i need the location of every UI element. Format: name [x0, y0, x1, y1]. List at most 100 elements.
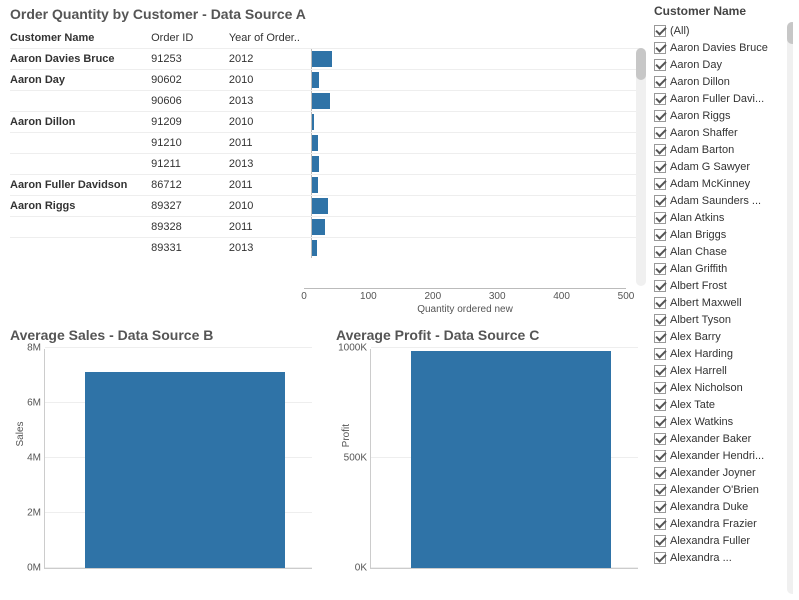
filter-item[interactable]: Alexander Baker: [654, 430, 793, 447]
y-gridline: [45, 347, 312, 348]
filter-item[interactable]: Albert Frost: [654, 277, 793, 294]
checkbox-icon[interactable]: [654, 59, 666, 71]
filter-item[interactable]: Alex Harrell: [654, 362, 793, 379]
checkbox-icon[interactable]: [654, 127, 666, 139]
table-row[interactable]: 912102011: [10, 133, 640, 154]
checkbox-icon[interactable]: [654, 365, 666, 377]
filter-item[interactable]: Aaron Day: [654, 56, 793, 73]
filter-item[interactable]: Alex Watkins: [654, 413, 793, 430]
filter-item[interactable]: Aaron Shaffer: [654, 124, 793, 141]
filter-item[interactable]: (All): [654, 22, 793, 39]
qty-bar[interactable]: [312, 177, 318, 193]
average-profit-plot[interactable]: Profit 0K500K1000K: [370, 349, 638, 569]
table-row[interactable]: 906062013: [10, 91, 640, 112]
qty-bar[interactable]: [312, 93, 330, 109]
table-row[interactable]: 893312013: [10, 238, 640, 259]
table-row[interactable]: Aaron Fuller Davidson867122011: [10, 175, 640, 196]
checkbox-icon[interactable]: [654, 467, 666, 479]
filter-item[interactable]: Aaron Davies Bruce: [654, 39, 793, 56]
checkbox-icon[interactable]: [654, 144, 666, 156]
checkbox-icon[interactable]: [654, 280, 666, 292]
checkbox-icon[interactable]: [654, 518, 666, 530]
checkbox-icon[interactable]: [654, 297, 666, 309]
checkbox-icon[interactable]: [654, 110, 666, 122]
table-row[interactable]: Aaron Dillon912092010: [10, 112, 640, 133]
filter-item[interactable]: Aaron Dillon: [654, 73, 793, 90]
filter-item[interactable]: Alex Tate: [654, 396, 793, 413]
filter-item[interactable]: Adam Saunders ...: [654, 192, 793, 209]
checkbox-icon[interactable]: [654, 195, 666, 207]
filter-item[interactable]: Aaron Fuller Davi...: [654, 90, 793, 107]
value-bar[interactable]: [411, 351, 611, 568]
filter-item[interactable]: Alex Nicholson: [654, 379, 793, 396]
checkbox-icon[interactable]: [654, 484, 666, 496]
checkbox-icon[interactable]: [654, 348, 666, 360]
value-bar[interactable]: [85, 372, 285, 568]
filter-item[interactable]: Alexander Hendri...: [654, 447, 793, 464]
table-row[interactable]: Aaron Davies Bruce912532012: [10, 49, 640, 70]
filter-item-label: Alexander O'Brien: [670, 484, 780, 496]
customer-name-filter-list: (All)Aaron Davies BruceAaron DayAaron Di…: [654, 22, 793, 594]
qty-bar[interactable]: [312, 114, 315, 130]
checkbox-icon[interactable]: [654, 25, 666, 37]
filter-item[interactable]: Alexandra Duke: [654, 498, 793, 515]
average-sales-plot[interactable]: Sales 0M2M4M6M8M: [44, 349, 312, 569]
order-quantity-scrollbar-thumb[interactable]: [636, 48, 646, 80]
qty-bar[interactable]: [312, 219, 325, 235]
checkbox-icon[interactable]: [654, 93, 666, 105]
filter-item[interactable]: Alan Griffith: [654, 260, 793, 277]
qty-bar[interactable]: [312, 156, 320, 172]
checkbox-icon[interactable]: [654, 314, 666, 326]
filter-item[interactable]: Alan Atkins: [654, 209, 793, 226]
filter-item[interactable]: Alexander O'Brien: [654, 481, 793, 498]
order-quantity-scrollbar[interactable]: [636, 48, 646, 286]
checkbox-icon[interactable]: [654, 433, 666, 445]
checkbox-icon[interactable]: [654, 212, 666, 224]
filter-item[interactable]: Albert Maxwell: [654, 294, 793, 311]
col-header-customer[interactable]: Customer Name: [10, 28, 151, 49]
table-row[interactable]: Aaron Riggs893272010: [10, 196, 640, 217]
customer-name-filter-scrollbar-thumb[interactable]: [787, 22, 793, 44]
filter-item[interactable]: Adam McKinney: [654, 175, 793, 192]
checkbox-icon[interactable]: [654, 246, 666, 258]
checkbox-icon[interactable]: [654, 161, 666, 173]
qty-bar[interactable]: [312, 135, 318, 151]
filter-item[interactable]: Alexandra ...: [654, 549, 793, 566]
checkbox-icon[interactable]: [654, 535, 666, 547]
col-header-order[interactable]: Order ID: [151, 28, 229, 49]
checkbox-icon[interactable]: [654, 382, 666, 394]
filter-item[interactable]: Alex Barry: [654, 328, 793, 345]
customer-name-filter-scrollbar[interactable]: [787, 22, 793, 594]
checkbox-icon[interactable]: [654, 42, 666, 54]
checkbox-icon[interactable]: [654, 501, 666, 513]
qty-bar[interactable]: [312, 240, 317, 256]
filter-item[interactable]: Adam Barton: [654, 141, 793, 158]
filter-item[interactable]: Alexandra Fuller: [654, 532, 793, 549]
filter-item[interactable]: Adam G Sawyer: [654, 158, 793, 175]
checkbox-icon[interactable]: [654, 552, 666, 564]
col-header-year[interactable]: Year of Order..: [229, 28, 311, 49]
table-row[interactable]: Aaron Day906022010: [10, 70, 640, 91]
filter-item[interactable]: Alan Briggs: [654, 226, 793, 243]
checkbox-icon[interactable]: [654, 450, 666, 462]
filter-item[interactable]: Albert Tyson: [654, 311, 793, 328]
checkbox-icon[interactable]: [654, 178, 666, 190]
filter-item[interactable]: Alexander Joyner: [654, 464, 793, 481]
filter-item[interactable]: Alan Chase: [654, 243, 793, 260]
table-row[interactable]: 893282011: [10, 217, 640, 238]
checkbox-icon[interactable]: [654, 399, 666, 411]
qty-bar[interactable]: [312, 51, 333, 67]
filter-item[interactable]: Aaron Riggs: [654, 107, 793, 124]
checkbox-icon[interactable]: [654, 331, 666, 343]
checkbox-icon[interactable]: [654, 229, 666, 241]
filter-item[interactable]: Alexandra Frazier: [654, 515, 793, 532]
qty-bar[interactable]: [312, 72, 320, 88]
filter-item[interactable]: Alex Harding: [654, 345, 793, 362]
checkbox-icon[interactable]: [654, 416, 666, 428]
checkbox-icon[interactable]: [654, 76, 666, 88]
qty-bar[interactable]: [312, 198, 329, 214]
table-row[interactable]: 912112013: [10, 154, 640, 175]
customer-cell: [10, 133, 151, 154]
filter-item-label: Alex Watkins: [670, 416, 780, 428]
checkbox-icon[interactable]: [654, 263, 666, 275]
